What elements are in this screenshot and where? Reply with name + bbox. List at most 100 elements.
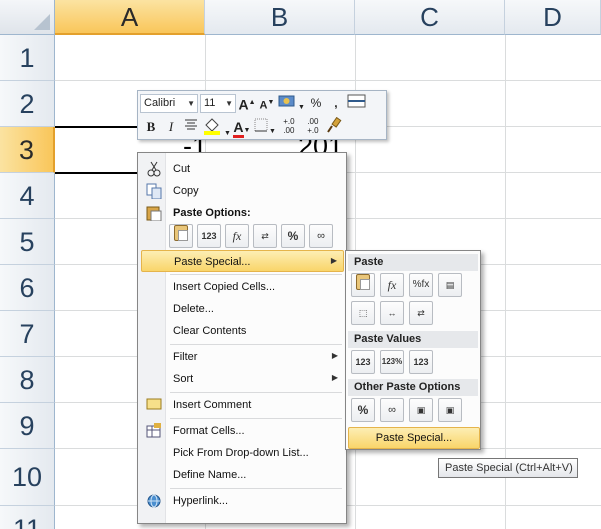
column-header-c[interactable]: C <box>355 0 505 35</box>
menu-item-format-cells[interactable]: Format Cells... <box>141 420 344 442</box>
menu-item-label: Define Name... <box>173 469 247 481</box>
hyperlink-globe-icon <box>147 494 161 508</box>
row-header-5[interactable]: 5 <box>0 219 55 265</box>
center-align-button[interactable] <box>182 117 200 137</box>
increase-decimal-button[interactable]: +.0 .00 <box>278 117 300 137</box>
paintbrush-icon <box>327 116 342 133</box>
menu-item-sort[interactable]: Sort ▶ <box>141 368 344 390</box>
italic-button[interactable]: I <box>162 117 180 137</box>
values-source-formatting-icon[interactable]: 123 <box>409 350 433 374</box>
paste-formulas-icon[interactable]: fx <box>380 273 404 297</box>
menu-item-clear-contents[interactable]: Clear Contents <box>141 320 344 342</box>
menu-item-label: Hyperlink... <box>173 495 229 507</box>
menu-item-cut[interactable]: Cut <box>141 158 344 180</box>
menu-item-label: Insert Copied Cells... <box>173 281 276 293</box>
merge-center-button[interactable] <box>347 93 367 113</box>
menu-item-label: Delete... <box>173 303 214 315</box>
paste-link-icon[interactable]: ∞ <box>380 398 404 422</box>
paste-special-dialog-button[interactable]: Paste Special... <box>348 427 480 449</box>
context-menu: Cut Copy Paste Options: 123 fx ⇄ % ∞ Pas… <box>137 152 347 524</box>
scissors-icon <box>147 161 161 177</box>
merge-cells-icon <box>347 94 366 108</box>
menu-item-define-name[interactable]: Define Name... <box>141 464 344 486</box>
font-color-button[interactable]: A▼ <box>233 117 251 138</box>
row-header-9[interactable]: 9 <box>0 403 55 449</box>
row-header-6[interactable]: 6 <box>0 265 55 311</box>
borders-icon <box>254 118 268 132</box>
column-header-b[interactable]: B <box>205 0 355 35</box>
decrease-decimal-button[interactable]: .00 +.0 <box>302 117 324 137</box>
menu-item-label: Format Cells... <box>173 425 245 437</box>
shrink-font-button[interactable]: A▼ <box>258 93 276 113</box>
mini-toolbar: Calibri ▼ 11 ▼ A▲ A▼ ▼ % , B I ▼ A▼ ▼ +.0 … <box>137 90 387 140</box>
fill-color-button[interactable]: ▼ <box>202 117 231 137</box>
gridline <box>55 80 601 81</box>
row-header-1[interactable]: 1 <box>0 35 55 81</box>
column-header-a[interactable]: A <box>55 0 205 35</box>
grow-font-button[interactable]: A▲ <box>238 93 256 113</box>
menu-item-pick-from-list[interactable]: Pick From Drop-down List... <box>141 442 344 464</box>
submenu-header-paste-values: Paste Values <box>348 331 478 348</box>
menu-separator <box>170 274 342 275</box>
menu-item-label: Insert Comment <box>173 399 252 411</box>
font-name-box[interactable]: Calibri ▼ <box>140 93 198 113</box>
row-header-2[interactable]: 2 <box>0 81 55 127</box>
row-header-11[interactable]: 11 <box>0 506 55 529</box>
row-header-3[interactable]: 3 <box>0 127 55 173</box>
chevron-right-icon: ▶ <box>331 373 338 382</box>
keep-source-formatting-icon[interactable]: ▤ <box>438 273 462 297</box>
submenu-header-other: Other Paste Options <box>348 379 478 396</box>
menu-item-label: Cut <box>173 163 191 175</box>
formatting-icon[interactable]: % <box>351 398 375 422</box>
menu-item-label: Pick From Drop-down List... <box>173 447 309 459</box>
comment-icon <box>146 398 162 410</box>
paste-formulas-fx-icon[interactable]: fx <box>225 224 249 248</box>
paste-icon[interactable] <box>351 273 375 297</box>
menu-item-insert-comment[interactable]: Insert Comment <box>141 394 344 416</box>
paste-formulas-number-formatting-icon[interactable]: %fx <box>409 273 433 297</box>
picture-icon[interactable]: ▣ <box>409 398 433 422</box>
bold-button[interactable]: B <box>142 117 160 137</box>
values-icon[interactable]: 123 <box>351 350 375 374</box>
paste-link-icon[interactable]: ∞ <box>309 224 333 248</box>
menu-item-delete[interactable]: Delete... <box>141 298 344 320</box>
menu-item-label: Paste Special... <box>174 256 251 268</box>
align-center-icon <box>185 119 197 130</box>
accounting-format-button[interactable]: ▼ <box>278 93 305 113</box>
menu-separator <box>170 418 342 419</box>
comma-style-button[interactable]: , <box>327 93 345 113</box>
select-all-corner[interactable] <box>0 0 55 35</box>
menu-item-label: Sort <box>173 373 194 385</box>
keep-column-widths-icon[interactable]: ↔ <box>380 301 404 325</box>
paste-values-123-icon[interactable]: 123 <box>197 224 221 248</box>
menu-item-insert-copied-cells[interactable]: Insert Copied Cells... <box>141 276 344 298</box>
menu-item-hyperlink[interactable]: Hyperlink... <box>141 490 344 512</box>
menu-separator <box>170 392 342 393</box>
menu-item-paste-special[interactable]: Paste Special... ▶ <box>141 250 344 272</box>
chevron-down-icon: ▼ <box>187 98 195 108</box>
paste-special-submenu: Paste fx %fx ▤ ⬚ ↔ ⇄ Paste Values 123 12… <box>345 250 481 450</box>
column-header-d[interactable]: D <box>505 0 601 35</box>
chevron-down-icon: ▼ <box>225 98 233 108</box>
row-header-7[interactable]: 7 <box>0 311 55 357</box>
format-painter-button[interactable] <box>326 116 344 137</box>
gridline <box>505 35 506 529</box>
paste-transpose-icon[interactable]: ⇄ <box>253 224 277 248</box>
chevron-right-icon: ▶ <box>330 256 337 265</box>
menu-separator <box>170 344 342 345</box>
font-size-box[interactable]: 11 ▼ <box>200 93 236 113</box>
linked-picture-icon[interactable]: ▣ <box>438 398 462 422</box>
transpose-icon[interactable]: ⇄ <box>409 301 433 325</box>
percent-style-button[interactable]: % <box>307 93 325 113</box>
no-borders-icon[interactable]: ⬚ <box>351 301 375 325</box>
menu-item-filter[interactable]: Filter ▶ <box>141 346 344 368</box>
row-header-4[interactable]: 4 <box>0 173 55 219</box>
tooltip: Paste Special (Ctrl+Alt+V) <box>438 458 578 478</box>
values-number-formatting-icon[interactable]: 123% <box>380 350 404 374</box>
menu-item-copy[interactable]: Copy <box>141 180 344 202</box>
row-header-8[interactable]: 8 <box>0 357 55 403</box>
paste-formatting-icon[interactable]: % <box>281 224 305 248</box>
clipboard-paste-icon[interactable] <box>169 224 193 248</box>
borders-button[interactable]: ▼ <box>253 117 276 137</box>
row-header-10[interactable]: 10 <box>0 449 55 506</box>
